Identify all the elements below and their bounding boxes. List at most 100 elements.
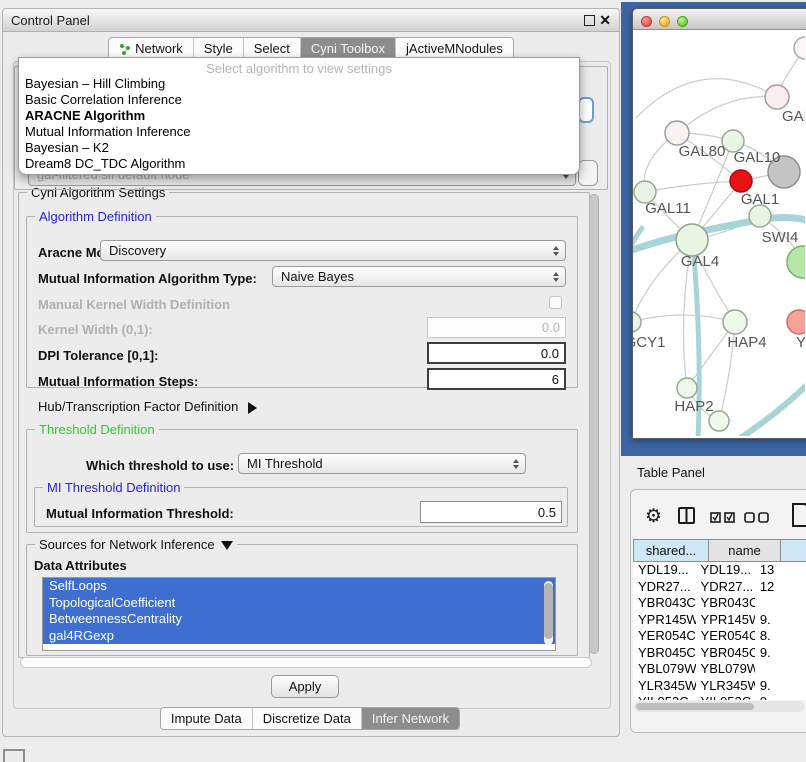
kernel-width-field[interactable]: 0.0 bbox=[427, 317, 566, 338]
sources-title[interactable]: Sources for Network Inference bbox=[35, 537, 237, 552]
algorithm-option-bayesian-k2[interactable]: Bayesian – K2 bbox=[19, 140, 579, 156]
hub-expander[interactable]: Hub/Transcription Factor Definition bbox=[38, 399, 257, 414]
list-vertical-scrollbar-thumb[interactable] bbox=[544, 583, 553, 639]
table-horizontal-scrollbar-thumb[interactable] bbox=[636, 703, 754, 710]
table-row[interactable]: YDL19...YDL19...13 bbox=[633, 562, 806, 579]
network-node-y[interactable] bbox=[787, 310, 805, 334]
table-cell[interactable]: YLR345W bbox=[696, 678, 755, 695]
algorithm-option-bayesian-hill-climbing[interactable]: Bayesian – Hill Climbing bbox=[19, 76, 579, 92]
network-edge[interactable] bbox=[677, 96, 777, 133]
table-cell[interactable]: 9. bbox=[755, 645, 806, 662]
network-node-swi4[interactable] bbox=[749, 205, 771, 227]
network-node-gal4[interactable] bbox=[676, 224, 708, 256]
table-row[interactable]: YBR043CYBR043C bbox=[633, 595, 806, 612]
table-cell[interactable]: YDL19... bbox=[696, 562, 755, 579]
tab-cyni-toolbox[interactable]: Cyni Toolbox bbox=[300, 38, 395, 59]
data-attributes-list[interactable]: SelfLoopsTopologicalCoefficientBetweenne… bbox=[42, 577, 556, 651]
tab-style[interactable]: Style bbox=[193, 38, 243, 59]
attribute-item-selfloops[interactable]: SelfLoops bbox=[43, 578, 555, 595]
algorithm-option-mutual-information-inference[interactable]: Mutual Information Inference bbox=[19, 124, 579, 140]
table-cell[interactable]: YER054C bbox=[696, 628, 755, 645]
table-cell[interactable]: YIL052C bbox=[633, 694, 696, 700]
tab-infer-network[interactable]: Infer Network bbox=[361, 708, 459, 729]
tab-impute-data[interactable]: Impute Data bbox=[161, 708, 252, 729]
column-header-name[interactable]: name bbox=[709, 539, 781, 562]
algorithm-option-dream8-dc-tdc-algorithm[interactable]: Dream8 DC_TDC Algorithm bbox=[19, 156, 579, 172]
network-node-hap2[interactable] bbox=[677, 378, 697, 398]
table-cell[interactable] bbox=[755, 595, 806, 612]
table-cell[interactable] bbox=[755, 661, 806, 678]
list-vertical-scrollbar[interactable] bbox=[544, 581, 553, 645]
table-row[interactable]: YLR345WYLR345W9. bbox=[633, 678, 806, 695]
table-row[interactable]: YPR145WYPR145W9. bbox=[633, 612, 806, 629]
table-cell[interactable]: 9. bbox=[755, 612, 806, 629]
zoom-traffic-light[interactable] bbox=[677, 16, 688, 27]
table-cell[interactable]: YBR045C bbox=[633, 645, 696, 662]
attribute-item-topologicalcoefficient[interactable]: TopologicalCoefficient bbox=[43, 595, 555, 612]
network-node-hap4[interactable] bbox=[723, 310, 747, 334]
network-node-gal1[interactable] bbox=[730, 170, 752, 192]
close-icon[interactable]: ✕ bbox=[599, 13, 611, 27]
table-cell[interactable]: YPR145W bbox=[633, 612, 696, 629]
focused-spinner-fragment[interactable] bbox=[578, 97, 594, 123]
network-edge-thick[interactable] bbox=[736, 380, 805, 436]
column-header-shared[interactable]: shared... bbox=[633, 539, 709, 562]
table-cell[interactable]: YIL052C bbox=[696, 694, 755, 700]
table-cell[interactable]: YDR27... bbox=[696, 579, 755, 596]
close-traffic-light[interactable] bbox=[641, 16, 652, 27]
file-icon[interactable] bbox=[792, 503, 806, 527]
table-cell[interactable]: 12 bbox=[755, 579, 806, 596]
algorithm-option-basic-correlation-inference[interactable]: Basic Correlation Inference bbox=[19, 92, 579, 108]
table-cell[interactable]: 13 bbox=[755, 562, 806, 579]
table-row[interactable]: YBR045CYBR045C9. bbox=[633, 645, 806, 662]
network-node-gal[interactable] bbox=[765, 85, 789, 109]
which-threshold-combobox[interactable]: MI Threshold bbox=[238, 453, 526, 474]
network-node-gal80[interactable] bbox=[665, 121, 689, 145]
network-node-gcy1[interactable] bbox=[633, 312, 641, 332]
minimize-traffic-light[interactable] bbox=[659, 16, 670, 27]
table-cell[interactable]: YBR043C bbox=[633, 595, 696, 612]
network-node[interactable] bbox=[787, 246, 805, 278]
tab-network[interactable]: Network bbox=[109, 38, 193, 59]
table-cell[interactable]: 9 bbox=[755, 694, 806, 700]
settings-vertical-scrollbar-thumb[interactable] bbox=[589, 194, 599, 654]
manual-kernel-checkbox[interactable] bbox=[549, 296, 562, 309]
attribute-item-betweennesscentrality[interactable]: BetweennessCentrality bbox=[43, 611, 555, 628]
dpi-tolerance-field[interactable]: 0.0 bbox=[427, 342, 566, 364]
button-fragment[interactable] bbox=[578, 160, 598, 186]
deselect-all-icon[interactable] bbox=[744, 512, 770, 523]
table-cell[interactable]: YDR27... bbox=[633, 579, 696, 596]
select-all-icon[interactable] bbox=[710, 512, 736, 523]
table-cell[interactable]: YPR145W bbox=[696, 612, 755, 629]
columns-icon[interactable] bbox=[678, 507, 695, 524]
table-cell[interactable]: YBR043C bbox=[696, 595, 755, 612]
column-header-2[interactable] bbox=[781, 539, 806, 562]
table-cell[interactable]: YBL079W bbox=[633, 661, 696, 678]
network-window-titlebar[interactable] bbox=[633, 9, 806, 30]
tab-select[interactable]: Select bbox=[243, 38, 300, 59]
gear-icon[interactable]: ⚙ bbox=[645, 505, 662, 528]
mi-threshold-field[interactable]: 0.5 bbox=[420, 501, 562, 523]
table-body[interactable]: YDL19...YDL19...13YDR27...YDR27...12YBR0… bbox=[633, 562, 806, 700]
table-row[interactable]: YBL079WYBL079W bbox=[633, 661, 806, 678]
settings-horizontal-scrollbar[interactable] bbox=[20, 657, 592, 668]
table-row[interactable]: YDR27...YDR27...12 bbox=[633, 579, 806, 596]
float-icon[interactable] bbox=[584, 15, 595, 26]
aracne-mode-combobox[interactable]: Discovery bbox=[100, 240, 566, 261]
network-edge-thick[interactable] bbox=[633, 228, 642, 292]
table-cell[interactable]: YBR045C bbox=[696, 645, 755, 662]
mi-steps-field[interactable]: 6 bbox=[427, 368, 566, 390]
table-cell[interactable]: YDL19... bbox=[633, 562, 696, 579]
tab-jactivemnodules[interactable]: jActiveMNodules bbox=[395, 38, 513, 59]
mi-type-combobox[interactable]: Naive Bayes bbox=[272, 266, 566, 287]
table-row[interactable]: YER054CYER054C8. bbox=[633, 628, 806, 645]
table-cell[interactable]: YLR345W bbox=[633, 678, 696, 695]
minimized-panel-icon[interactable] bbox=[3, 749, 25, 762]
control-panel-titlebar[interactable]: Control Panel ✕ bbox=[3, 9, 619, 32]
table-cell[interactable]: 8. bbox=[755, 628, 806, 645]
network-node[interactable] bbox=[794, 37, 805, 59]
table-cell[interactable]: 9. bbox=[755, 678, 806, 695]
table-cell[interactable]: YBL079W bbox=[696, 661, 755, 678]
table-horizontal-scrollbar[interactable] bbox=[634, 701, 804, 712]
table-row[interactable]: YIL052CYIL052C9 bbox=[633, 694, 806, 700]
